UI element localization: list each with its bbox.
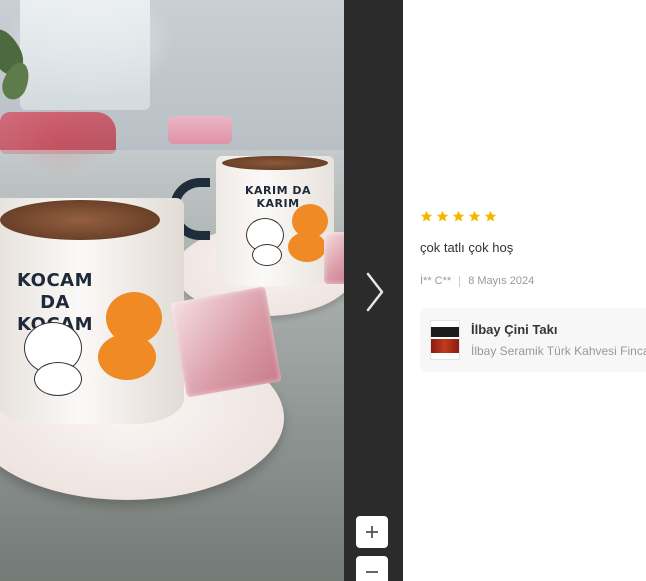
star-rating xyxy=(420,210,497,223)
zoom-in-button[interactable] xyxy=(356,516,388,548)
minus-icon xyxy=(366,571,378,573)
back-cup-line-1: KARIM DA xyxy=(244,184,312,197)
pink-cloth xyxy=(0,112,116,154)
star-icon xyxy=(484,210,497,222)
product-card[interactable]: İlbay Çini Takı İlbay Seramik Türk Kahve… xyxy=(420,308,646,372)
product-name[interactable]: İlbay Seramik Türk Kahvesi Fincanı xyxy=(471,344,646,358)
coffee-surface xyxy=(222,156,328,170)
zoom-out-button[interactable] xyxy=(356,556,388,581)
coffee-surface xyxy=(0,200,160,240)
star-icon xyxy=(436,210,449,222)
review-meta: İ** C** 8 Mayıs 2024 xyxy=(420,275,534,287)
review-text: çok tatlı çok hoş xyxy=(420,240,514,255)
plus-icon xyxy=(366,526,378,538)
star-icon xyxy=(468,210,481,222)
white-duck-body xyxy=(34,362,82,396)
seller-name[interactable]: İlbay Çini Takı xyxy=(471,322,557,337)
turkish-delight xyxy=(170,286,282,398)
front-cup-line-1: KOCAM DA xyxy=(17,270,93,313)
chevron-right-icon xyxy=(366,272,384,312)
review-date: 8 Mayıs 2024 xyxy=(468,275,535,287)
thumbnail-band xyxy=(431,339,459,353)
back-cup: KARIM DA KARIM xyxy=(216,156,334,286)
star-icon xyxy=(452,210,465,222)
thumbnail-band xyxy=(431,327,459,337)
orange-duck-body xyxy=(288,232,326,262)
review-photo: KARIM DA KARIM KOCAM DA KOCAM xyxy=(0,0,344,581)
front-cup: KOCAM DA KOCAM xyxy=(0,198,184,424)
image-viewer-controls xyxy=(344,0,403,581)
product-thumbnail xyxy=(430,320,460,360)
turkish-delight xyxy=(324,232,344,284)
next-image-button[interactable] xyxy=(362,270,388,314)
star-icon xyxy=(420,210,433,222)
review-author: İ** C** xyxy=(420,275,452,287)
orange-duck-body xyxy=(98,334,156,380)
white-duck-body xyxy=(252,244,282,266)
window-background xyxy=(20,0,150,110)
pink-cup-background xyxy=(168,116,232,144)
review-panel: çok tatlı çok hoş İ** C** 8 Mayıs 2024 İ… xyxy=(403,0,646,581)
meta-divider xyxy=(459,275,461,287)
